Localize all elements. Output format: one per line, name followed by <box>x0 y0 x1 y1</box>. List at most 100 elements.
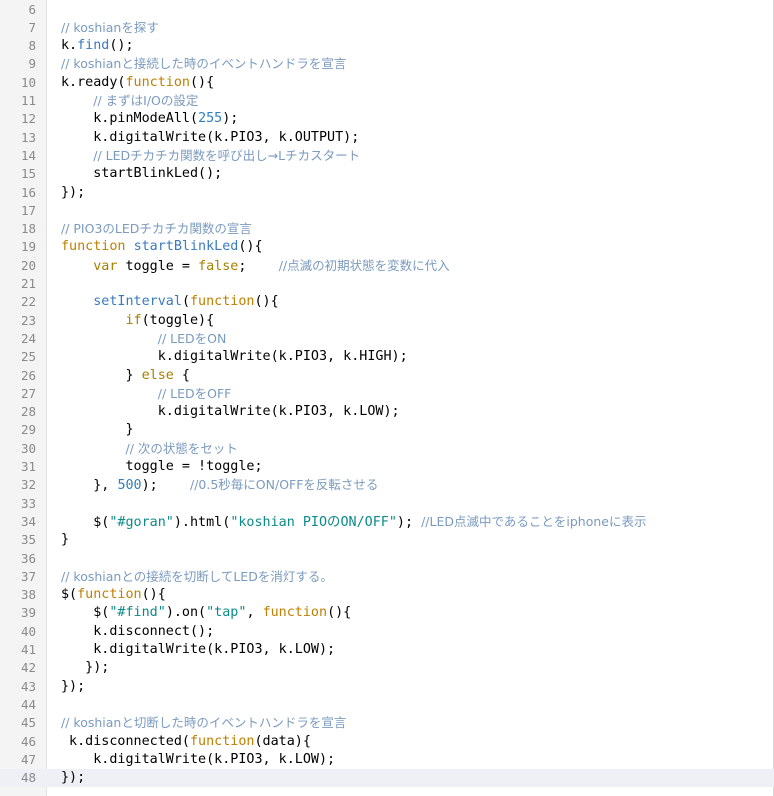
code-line[interactable]: 10 k.ready(function(){ <box>0 74 774 92</box>
line-code[interactable]: k.digitalWrite(k.PIO3, k.LOW); <box>61 403 400 421</box>
code-line[interactable]: 29 } <box>0 421 774 439</box>
line-number: 32 <box>20 477 36 493</box>
code-line[interactable]: 35} <box>0 531 774 549</box>
code-line[interactable]: 32 }, 500); //0.5秒毎にON/OFFを反転させる <box>0 476 774 494</box>
code-line[interactable]: 21 <box>0 275 774 293</box>
line-code[interactable]: } <box>61 531 69 549</box>
code-line[interactable]: 17 <box>0 202 774 220</box>
code-line[interactable]: 27 // LEDをOFF <box>0 385 774 403</box>
code-line[interactable]: 6 <box>0 1 774 19</box>
line-code[interactable]: // LEDをOFF <box>61 385 232 404</box>
line-code[interactable]: // koshianと接続した時のイベントハンドラを宣言 <box>61 55 346 74</box>
code-comment: // LEDチカチカ関数を呼び出し→Lチカスタート <box>93 147 361 163</box>
line-code[interactable]: startBlinkLed(); <box>61 165 222 183</box>
line-code[interactable]: if(toggle){ <box>61 312 215 330</box>
code-token: startBlinkLed <box>133 239 239 255</box>
line-code[interactable]: k.ready(function(){ <box>61 74 214 92</box>
line-code[interactable]: var toggle = false; //点滅の初期状態を変数に代入 <box>61 257 449 276</box>
code-line[interactable]: 20 var toggle = false; //点滅の初期状態を変数に代入 <box>0 257 774 275</box>
code-line[interactable]: 25 k.digitalWrite(k.PIO3, k.HIGH); <box>0 348 774 366</box>
code-line[interactable]: 30 // 次の状態をセット <box>0 440 774 458</box>
line-code[interactable]: k.pinModeAll(255); <box>61 110 238 128</box>
line-code[interactable]: // PIO3のLEDチカチカ関数の宣言 <box>61 220 252 239</box>
line-code[interactable]: setInterval(function(){ <box>61 293 279 311</box>
line-code[interactable]: }, 500); //0.5秒毎にON/OFFを反転させる <box>61 476 378 495</box>
code-comment: // koshianと接続した時のイベントハンドラを宣言 <box>61 56 347 72</box>
code-editor[interactable]: 6 7// koshianを探す 8 k.find(); 9// koshianと接続し… <box>0 0 774 796</box>
code-line[interactable]: 39 $("#find").on("tap", function(){ <box>0 604 774 622</box>
line-number: 8 <box>28 38 36 54</box>
code-token: , <box>246 605 263 621</box>
code-line[interactable]: 12 k.pinModeAll(255); <box>0 110 774 128</box>
code-line[interactable]: 40 k.disconnect(); <box>0 623 774 641</box>
code-line[interactable]: 13 k.digitalWrite(k.PIO3, k.OUTPUT); <box>0 129 774 147</box>
line-code[interactable]: // koshianとの接続を切断してLEDを消灯する。 <box>61 568 333 587</box>
line-code[interactable]: k.find(); <box>61 37 134 55</box>
line-code[interactable]: } else { <box>61 367 190 385</box>
line-code[interactable]: // LEDをON <box>61 330 227 349</box>
line-code[interactable]: }); <box>61 769 85 787</box>
line-code[interactable]: // 次の状態をセット <box>61 440 238 459</box>
line-code[interactable]: // まずはI/Oの設定 <box>61 92 198 111</box>
line-code[interactable]: }); <box>61 659 109 677</box>
code-line[interactable]: 28 k.digitalWrite(k.PIO3, k.LOW); <box>0 403 774 421</box>
line-number: 22 <box>20 294 36 310</box>
line-code[interactable]: // LEDチカチカ関数を呼び出し→Lチカスタート <box>61 147 360 166</box>
line-code[interactable]: k.digitalWrite(k.PIO3, k.OUTPUT); <box>61 129 359 147</box>
line-number: 36 <box>20 550 36 566</box>
code-line[interactable]: 42 }); <box>0 659 774 677</box>
code-line[interactable]: 19 function startBlinkLed(){ <box>0 238 774 256</box>
code-line[interactable]: 38 $(function(){ <box>0 586 774 604</box>
line-number: 37 <box>20 568 36 584</box>
line-code[interactable]: $("#find").on("tap", function(){ <box>61 604 351 622</box>
code-line[interactable]: 44 <box>0 696 774 714</box>
code-line[interactable]: 36 <box>0 550 774 568</box>
code-token: }); <box>61 660 110 676</box>
line-number: 25 <box>20 349 36 365</box>
code-line[interactable]: 8 k.find(); <box>0 37 774 55</box>
line-code[interactable]: k.digitalWrite(k.PIO3, k.LOW); <box>61 641 335 659</box>
code-line[interactable]: 43}); <box>0 678 774 696</box>
code-token: function <box>77 587 142 603</box>
code-line[interactable]: 7 // koshianを探す <box>0 19 774 37</box>
line-code[interactable]: // koshianを探す <box>61 19 159 38</box>
code-token: ; <box>238 258 279 274</box>
code-line[interactable]: 45 // koshianと切断した時のイベントハンドラを宣言 <box>0 714 774 732</box>
line-code[interactable]: // koshianと切断した時のイベントハンドラを宣言 <box>61 714 346 733</box>
line-code[interactable]: toggle = !toggle; <box>61 458 262 476</box>
line-code[interactable]: function startBlinkLed(){ <box>61 238 263 256</box>
code-token: (){ <box>254 294 279 310</box>
code-line[interactable]: 47 k.digitalWrite(k.PIO3, k.LOW); <box>0 751 774 769</box>
code-line[interactable]: 26 } else { <box>0 367 774 385</box>
code-line[interactable]: 9 // koshianと接続した時のイベントハンドラを宣言 <box>0 55 774 73</box>
code-line[interactable]: 23 if(toggle){ <box>0 312 774 330</box>
code-line[interactable]: 16}); <box>0 184 774 202</box>
line-number: 39 <box>20 605 36 621</box>
code-line[interactable]: 22 setInterval(function(){ <box>0 293 774 311</box>
code-line[interactable]: 24 // LEDをON <box>0 330 774 348</box>
line-number: 42 <box>20 660 36 676</box>
line-code[interactable]: } <box>61 421 133 439</box>
code-line[interactable]: 48}); <box>0 769 774 788</box>
code-line[interactable]: 11 // まずはI/Oの設定 <box>0 92 774 110</box>
line-code[interactable]: k.digitalWrite(k.PIO3, k.HIGH); <box>61 348 408 366</box>
code-token: }); <box>61 770 86 786</box>
code-line[interactable]: 41 k.digitalWrite(k.PIO3, k.LOW); <box>0 641 774 659</box>
line-code[interactable]: }); <box>61 678 85 696</box>
line-code[interactable]: }); <box>61 184 85 202</box>
code-line[interactable]: 33 <box>0 495 774 513</box>
line-code[interactable]: k.disconnect(); <box>61 623 214 641</box>
code-token: }); <box>61 678 86 694</box>
code-line[interactable]: 14 // LEDチカチカ関数を呼び出し→Lチカスタート <box>0 147 774 165</box>
code-line[interactable]: 18 // PIO3のLEDチカチカ関数の宣言 <box>0 220 774 238</box>
line-code[interactable]: k.disconnected(function(data){ <box>61 733 311 751</box>
line-code[interactable]: $("#goran").html("koshian PIOのON/OFF"); … <box>61 513 646 532</box>
line-code[interactable]: k.digitalWrite(k.PIO3, k.LOW); <box>61 751 335 769</box>
code-line[interactable]: 46 k.disconnected(function(data){ <box>0 733 774 751</box>
code-line[interactable]: 31 toggle = !toggle; <box>0 458 774 476</box>
code-comment: // LEDをON <box>157 330 227 346</box>
code-line[interactable]: 15 startBlinkLed(); <box>0 165 774 183</box>
line-code[interactable]: $(function(){ <box>61 586 166 604</box>
code-line[interactable]: 34 $("#goran").html("koshian PIOのON/OFF"… <box>0 513 774 531</box>
code-line[interactable]: 37 // koshianとの接続を切断してLEDを消灯する。 <box>0 568 774 586</box>
